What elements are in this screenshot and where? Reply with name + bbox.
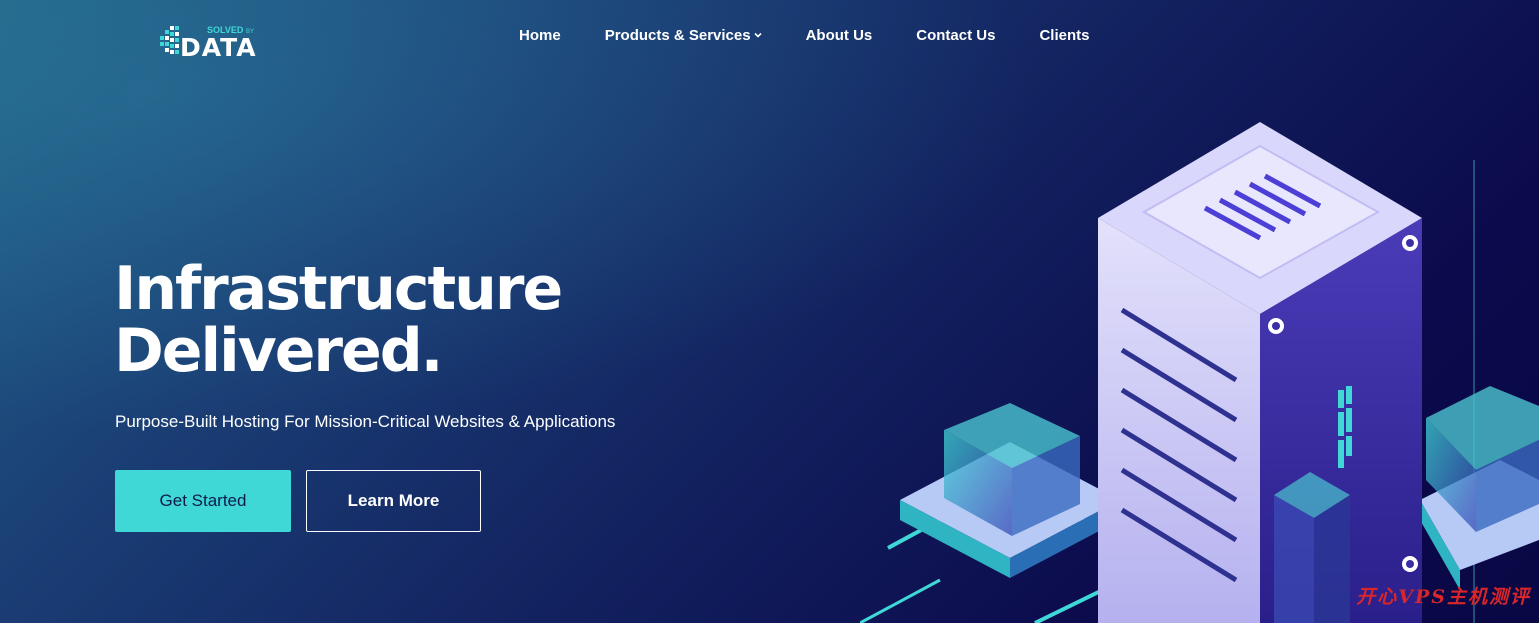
logo-main-text: DATA — [180, 33, 257, 60]
main-nav: Home Products & Services About Us Contac… — [519, 24, 1089, 46]
hero-subtitle: Purpose-Built Hosting For Mission-Critic… — [115, 412, 616, 431]
nav-products-services-label: Products & Services — [604, 26, 751, 44]
chevron-down-icon — [754, 32, 762, 38]
watermark-text: 开心VPS主机测评 — [1356, 586, 1531, 608]
hero-title: Infrastructure Delivered. — [114, 254, 563, 386]
nav-home[interactable]: Home — [519, 27, 561, 44]
nav-products-services[interactable]: Products & Services — [605, 27, 762, 44]
brand-logo[interactable]: SOLVED BY DATA — [160, 22, 285, 60]
learn-more-button[interactable]: Learn More — [306, 470, 481, 532]
server-illustration — [860, 122, 1539, 623]
logo-graphic: SOLVED BY DATA — [160, 25, 257, 60]
nav-about-us[interactable]: About Us — [806, 27, 873, 44]
hero-title-line-2: Delivered. — [114, 316, 443, 386]
circuit-line — [860, 578, 941, 623]
nav-contact-us[interactable]: Contact Us — [916, 27, 995, 44]
hero-title-line-1: Infrastructure — [114, 254, 563, 324]
get-started-button[interactable]: Get Started — [115, 470, 291, 532]
nav-clients[interactable]: Clients — [1039, 27, 1089, 44]
